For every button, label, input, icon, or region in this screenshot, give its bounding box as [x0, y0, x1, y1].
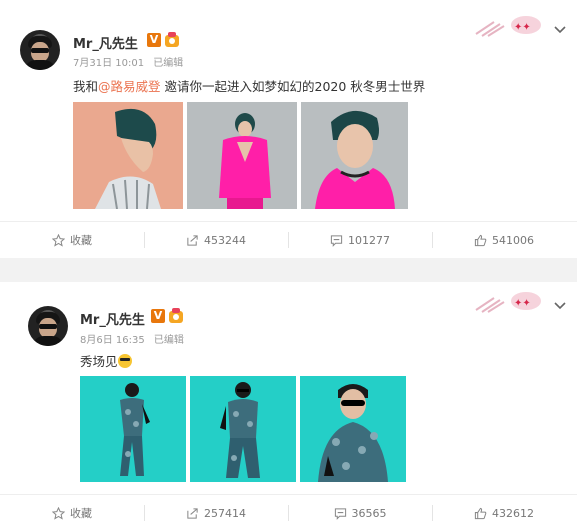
- comment-count: 36565: [351, 506, 387, 520]
- comment-button[interactable]: 101277: [288, 222, 432, 258]
- post-image[interactable]: [301, 102, 408, 209]
- like-button[interactable]: 541006: [432, 222, 576, 258]
- repost-count: 257414: [204, 506, 246, 520]
- comment-button[interactable]: 36565: [288, 495, 432, 531]
- chevron-down-icon[interactable]: [553, 25, 567, 35]
- thumbs-up-icon: [474, 507, 487, 519]
- edited-label[interactable]: 已编辑: [154, 335, 184, 346]
- post-image[interactable]: [190, 376, 296, 482]
- favorite-label: 收藏: [70, 507, 92, 520]
- favorite-label: 收藏: [70, 234, 92, 247]
- star-icon: [52, 233, 65, 247]
- post-meta: 8月6日 16:35 已编辑: [80, 331, 184, 346]
- repost-icon: [187, 234, 198, 246]
- post-image[interactable]: [73, 102, 183, 209]
- decorative-card-sticker: ✦✦: [474, 14, 542, 38]
- weibo-post: ✦✦ Mr_凡先生 V 8月6日 16:35 已编辑 秀场见 收藏 257414…: [0, 282, 577, 532]
- svg-text:✦✦: ✦✦: [514, 298, 531, 309]
- action-bar: 收藏 257414 36565 432612: [0, 494, 577, 530]
- timestamp[interactable]: 8月6日 16:35: [80, 335, 145, 346]
- thumbs-up-icon: [474, 234, 487, 246]
- action-bar: 收藏 453244 101277 541006: [0, 221, 577, 257]
- verified-badge-icon: V: [147, 33, 161, 47]
- star-icon: [52, 506, 65, 520]
- favorite-button[interactable]: 收藏: [0, 495, 144, 531]
- svg-text:✦✦: ✦✦: [514, 22, 531, 33]
- post-image[interactable]: [300, 376, 406, 482]
- post-image[interactable]: [80, 376, 186, 482]
- post-text: 我和@路易威登 邀请你一起进入如梦如幻的2020 秋冬男士世界: [73, 79, 426, 94]
- repost-icon: [187, 507, 198, 519]
- fan-medal-icon[interactable]: [164, 32, 180, 48]
- verified-badge-icon: V: [151, 309, 165, 323]
- repost-button[interactable]: 453244: [144, 222, 288, 258]
- like-button[interactable]: 432612: [432, 495, 576, 531]
- avatar[interactable]: [28, 306, 68, 346]
- post-image[interactable]: [187, 102, 297, 209]
- fan-medal-icon[interactable]: [168, 308, 184, 324]
- comment-count: 101277: [348, 233, 390, 247]
- mention-link[interactable]: @路易威登: [98, 79, 161, 94]
- comment-icon: [330, 234, 343, 247]
- favorite-button[interactable]: 收藏: [0, 222, 144, 258]
- avatar[interactable]: [20, 30, 60, 70]
- post-meta: 7月31日 10:01 已编辑: [73, 54, 183, 69]
- edited-label[interactable]: 已编辑: [153, 58, 183, 69]
- post-separator: [0, 258, 577, 282]
- chevron-down-icon[interactable]: [553, 301, 567, 311]
- post-text: 秀场见: [80, 351, 132, 370]
- repost-count: 453244: [204, 233, 246, 247]
- comment-icon: [334, 507, 346, 520]
- weibo-post: ✦✦ Mr_凡先生 V 7月31日 10:01 已编辑 我和@路易威登 邀请你一…: [0, 0, 577, 258]
- repost-button[interactable]: 257414: [144, 495, 288, 531]
- timestamp[interactable]: 7月31日 10:01: [73, 58, 144, 69]
- like-count: 541006: [492, 233, 534, 247]
- username[interactable]: Mr_凡先生: [80, 309, 145, 328]
- username[interactable]: Mr_凡先生: [73, 33, 138, 52]
- like-count: 432612: [492, 506, 534, 520]
- decorative-card-sticker: ✦✦: [474, 290, 542, 314]
- cool-sunglasses-emoji-icon: [117, 354, 132, 368]
